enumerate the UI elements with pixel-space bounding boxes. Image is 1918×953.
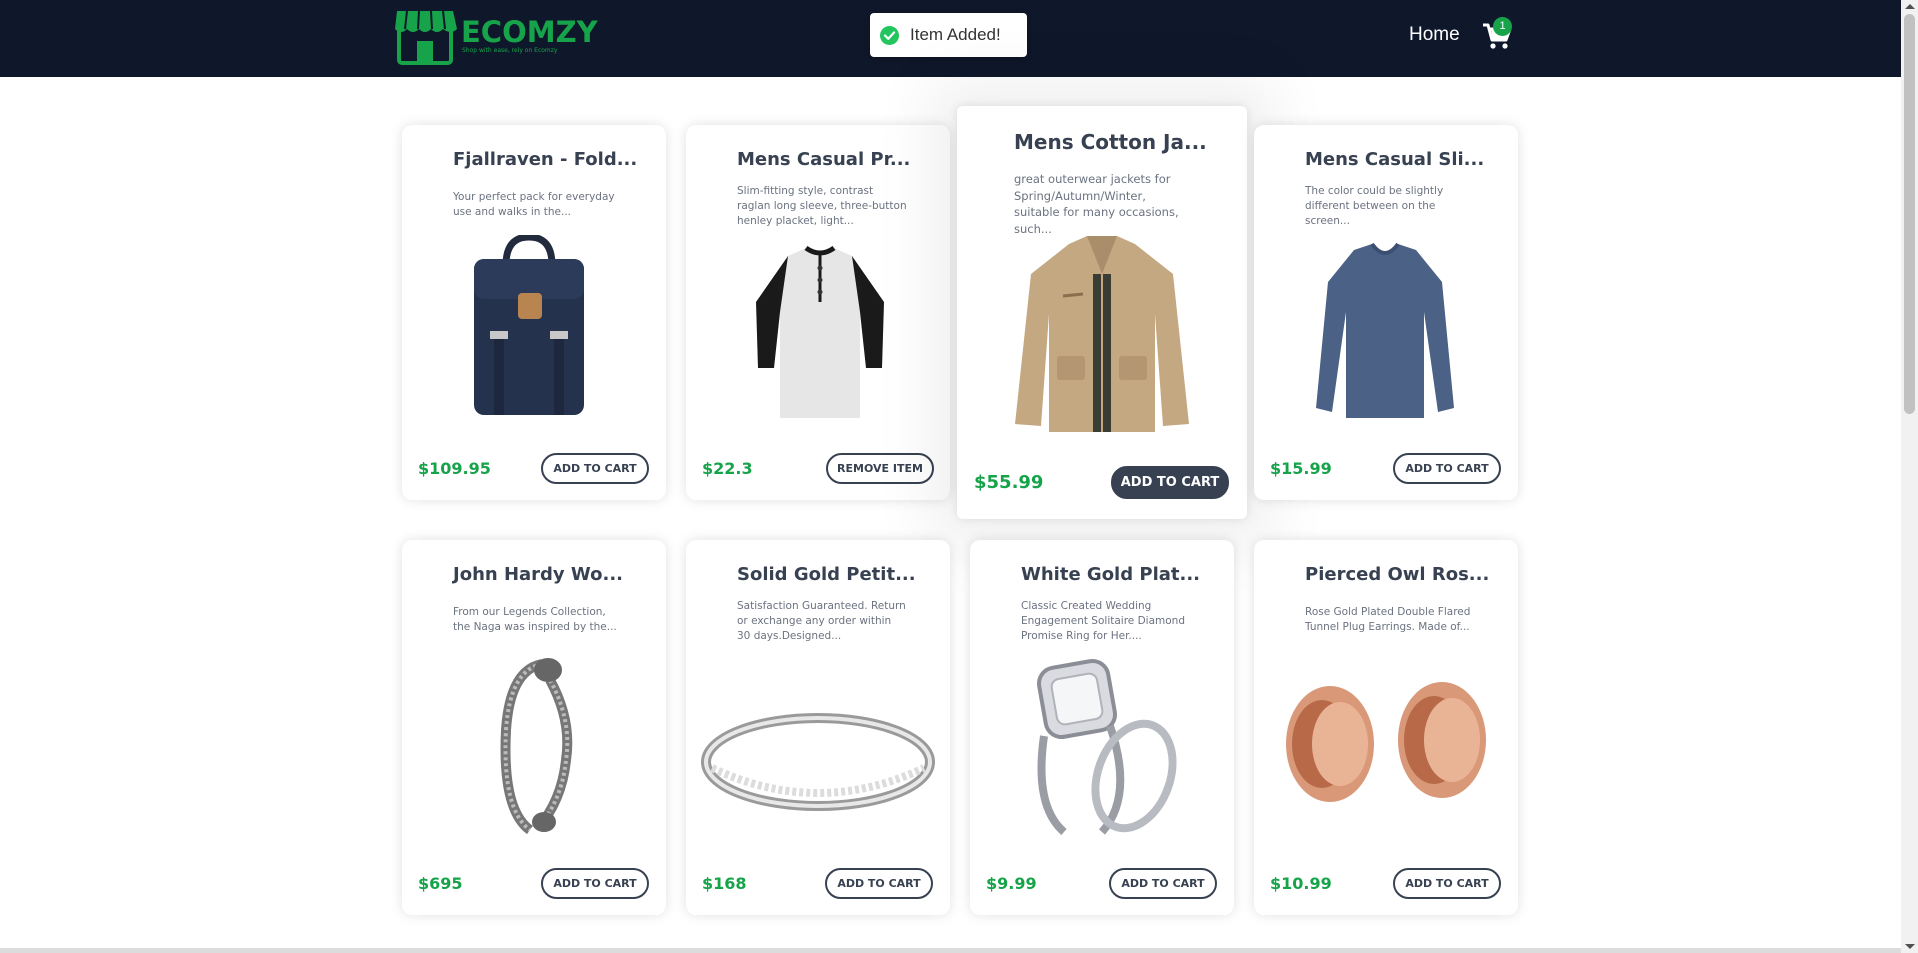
add-to-cart-button[interactable]: ADD TO CART — [1393, 453, 1501, 484]
product-price: $22.3 — [702, 459, 753, 478]
product-title: White Gold Plat... — [1021, 564, 1201, 585]
product-card[interactable]: Solid Gold Petit... Satisfaction Guarant… — [686, 540, 950, 915]
add-to-cart-button[interactable]: ADD TO CART — [825, 868, 933, 899]
product-price: $168 — [702, 874, 747, 893]
tunnel-plugs-image — [1286, 682, 1486, 802]
horizontal-scrollbar[interactable] — [0, 948, 1901, 953]
product-title: Mens Casual Sli... — [1305, 149, 1485, 170]
scroll-down-arrow-icon[interactable] — [1905, 944, 1915, 949]
product-title: Mens Cotton Ja... — [1014, 130, 1207, 154]
add-to-cart-button[interactable]: ADD TO CART — [541, 453, 649, 484]
product-description: Slim-fitting style, contrast raglan long… — [737, 185, 907, 227]
product-title: Mens Casual Pr... — [737, 149, 911, 170]
product-price: $109.95 — [418, 459, 491, 478]
product-grid: Fjallraven - Fold... Your perfect pack f… — [0, 0, 1901, 953]
gold-ring-image — [701, 713, 935, 811]
add-to-cart-button[interactable]: ADD TO CART — [1111, 466, 1229, 499]
add-to-cart-button[interactable]: ADD TO CART — [1109, 868, 1217, 899]
product-price: $10.99 — [1270, 874, 1332, 893]
product-card[interactable]: Mens Casual Pr... Slim-fitting style, co… — [686, 125, 950, 500]
dragon-bracelet-image — [500, 658, 573, 834]
add-to-cart-button[interactable]: ADD TO CART — [1393, 868, 1501, 899]
backpack-image — [474, 235, 584, 415]
product-description: Satisfaction Guaranteed. Return or excha… — [737, 600, 906, 642]
product-description: Classic Created Wedding Engagement Solit… — [1021, 600, 1185, 642]
henley-shirt-image — [756, 245, 884, 418]
product-title: Solid Gold Petit... — [737, 564, 916, 585]
product-card[interactable]: Pierced Owl Ros... Rose Gold Plated Doub… — [1254, 540, 1518, 915]
scroll-up-arrow-icon[interactable] — [1905, 4, 1915, 9]
product-card[interactable]: White Gold Plat... Classic Created Weddi… — [970, 540, 1234, 915]
long-sleeve-tee-image — [1316, 242, 1454, 418]
product-price: $9.99 — [986, 874, 1037, 893]
product-price: $695 — [418, 874, 463, 893]
diamond-ring-image — [1036, 658, 1177, 836]
product-description: Your perfect pack for everyday use and w… — [453, 191, 615, 218]
product-card[interactable]: John Hardy Wo... From our Legends Collec… — [402, 540, 666, 915]
product-description: From our Legends Collection, the Naga wa… — [453, 606, 617, 633]
scrollbar-thumb[interactable] — [1904, 14, 1915, 414]
product-card[interactable]: Fjallraven - Fold... Your perfect pack f… — [402, 125, 666, 500]
product-description: The color could be slightly different be… — [1305, 185, 1444, 227]
product-title: John Hardy Wo... — [453, 564, 624, 585]
product-title: Fjallraven - Fold... — [453, 149, 638, 170]
add-to-cart-button[interactable]: ADD TO CART — [541, 868, 649, 899]
product-description: great outerwear jackets for Spring/Autum… — [1014, 172, 1179, 236]
product-card[interactable]: Mens Cotton Ja... great outerwear jacket… — [957, 106, 1247, 519]
product-card[interactable]: Mens Casual Sli... The color could be sl… — [1254, 125, 1518, 500]
remove-item-button[interactable]: REMOVE ITEM — [826, 453, 934, 484]
cotton-jacket-image — [1015, 236, 1189, 432]
product-price: $55.99 — [974, 472, 1044, 493]
product-price: $15.99 — [1270, 459, 1332, 478]
product-title: Pierced Owl Ros... — [1305, 564, 1490, 585]
product-description: Rose Gold Plated Double Flared Tunnel Pl… — [1305, 606, 1471, 633]
